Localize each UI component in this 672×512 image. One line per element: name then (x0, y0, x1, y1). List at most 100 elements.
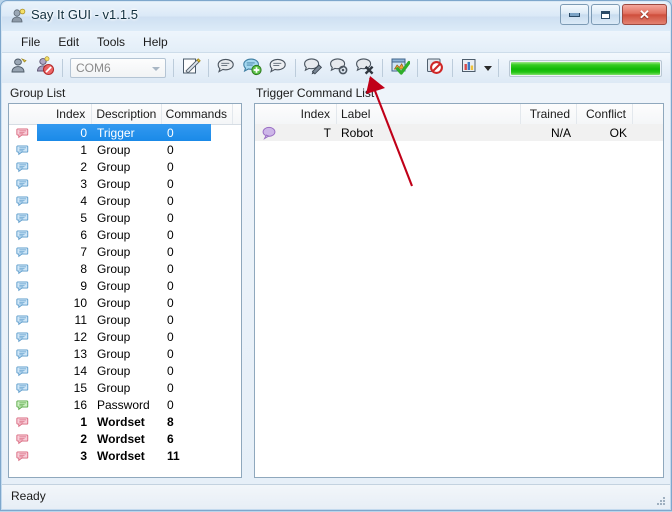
cell-commands: 0 (167, 210, 174, 225)
speech-bubble-icon (9, 296, 37, 310)
group-list-title: Group List (10, 86, 66, 100)
add-command-button[interactable] (240, 56, 264, 80)
table-row[interactable]: 12 Group 0 (9, 328, 241, 345)
group-header-filler (233, 104, 241, 124)
cell-description: Group (97, 295, 131, 310)
table-row[interactable]: 10 Group 0 (9, 294, 241, 311)
table-row[interactable]: 8 Group 0 (9, 260, 241, 277)
cell-index: 2 (80, 431, 87, 446)
trigger-header-trained[interactable]: Trained (521, 104, 577, 124)
menu-item-file[interactable]: File (12, 33, 49, 51)
chevron-down-icon (152, 67, 160, 71)
speech-bubble-icon (9, 330, 37, 344)
trigger-list-title: Trigger Command List (256, 86, 375, 100)
speech-bubble-icon (9, 415, 37, 429)
cell-description: Group (97, 261, 131, 276)
speech-bubble-icon (9, 262, 37, 276)
cell-description: Group (97, 142, 131, 157)
edit-note-button[interactable] (179, 56, 203, 80)
group-header-description[interactable]: Description (92, 104, 162, 124)
trigger-header-label[interactable]: Label (337, 104, 521, 124)
cell-description: Group (97, 210, 131, 225)
menu-item-edit[interactable]: Edit (49, 33, 88, 51)
table-row[interactable]: 3 Group 0 (9, 175, 241, 192)
table-row[interactable]: 1 Group 0 (9, 141, 241, 158)
command-button[interactable] (214, 56, 238, 80)
cell-description: Group (97, 380, 131, 395)
train-command-button[interactable] (301, 56, 325, 80)
speech-bubble-icon (9, 347, 37, 361)
cell-index: 14 (73, 363, 87, 378)
app-icon (10, 8, 26, 24)
command-properties-button[interactable] (266, 56, 290, 80)
table-row[interactable]: 7 Group 0 (9, 243, 241, 260)
table-row[interactable]: 2 Group 0 (9, 158, 241, 175)
disconnect-button[interactable] (33, 55, 57, 80)
table-row[interactable]: 1 Wordset 8 (9, 413, 241, 430)
table-row[interactable]: T Robot N/A OK (255, 124, 663, 141)
cell-index: 10 (73, 295, 87, 310)
stop-button[interactable] (423, 56, 447, 80)
resize-grip[interactable] (654, 494, 667, 507)
cell-commands: 6 (167, 431, 174, 446)
chart-icon (460, 56, 480, 81)
table-row[interactable]: 3 Wordset 11 (9, 447, 241, 464)
speech-bubble-icon (9, 449, 37, 463)
trigger-list-box[interactable]: Index Label Trained Conflict T Robot N/A OK (254, 103, 664, 478)
table-row[interactable]: 6 Group 0 (9, 226, 241, 243)
close-button[interactable]: ✕ (622, 4, 667, 25)
cell-commands: 0 (167, 193, 174, 208)
group-header-index[interactable]: Index (37, 104, 93, 124)
speech-bubble-delete-icon (355, 56, 375, 81)
group-header-commands[interactable]: Commands (162, 104, 233, 124)
cell-index: 3 (80, 448, 87, 463)
status-bar: Ready (2, 484, 670, 509)
group-list-panel: Group List Index Description Commands 0T… (2, 83, 248, 484)
speech-bubble-icon (9, 432, 37, 446)
menu-item-tools[interactable]: Tools (88, 33, 134, 51)
trigger-header-conflict[interactable]: Conflict (577, 104, 633, 124)
table-row[interactable]: 9 Group 0 (9, 277, 241, 294)
chevron-down-icon[interactable] (484, 65, 492, 71)
cell-description: Group (97, 346, 131, 361)
cell-commands: 0 (167, 380, 174, 395)
table-row[interactable]: 0 Trigger 0 (9, 124, 241, 141)
trigger-header-index[interactable]: Index (283, 104, 337, 124)
toolbar-separator (173, 59, 174, 77)
cell-index: 12 (73, 329, 87, 344)
delete-command-button[interactable] (353, 56, 377, 80)
command-settings-button[interactable] (327, 56, 351, 80)
table-row[interactable]: 4 Group 0 (9, 192, 241, 209)
speech-bubble-train-icon (303, 56, 323, 81)
cell-description: Group (97, 193, 131, 208)
edit-note-icon (181, 56, 201, 81)
block-icon (425, 56, 445, 81)
table-row[interactable]: 2 Wordset 6 (9, 430, 241, 447)
minimize-icon (569, 12, 580, 17)
cell-index: 6 (80, 227, 87, 242)
table-row[interactable]: 16 Password 0 (9, 396, 241, 413)
minimize-button[interactable] (560, 4, 589, 25)
group-list-box[interactable]: Index Description Commands 0 Trigger 0 1 Gro… (8, 103, 242, 478)
cell-description: Wordset (97, 414, 145, 429)
status-text: Ready (11, 489, 46, 503)
com-port-combo[interactable]: COM6 (70, 58, 166, 78)
table-row[interactable]: 15 Group 0 (9, 379, 241, 396)
table-row[interactable]: 14 Group 0 (9, 362, 241, 379)
cell-description: Wordset (97, 431, 145, 446)
apply-button[interactable] (388, 56, 412, 80)
table-row[interactable]: 5 Group 0 (9, 209, 241, 226)
progress-bar-fill (511, 61, 660, 75)
table-row[interactable]: 13 Group 0 (9, 345, 241, 362)
cell-description: Group (97, 363, 131, 378)
view-chart-button[interactable] (458, 56, 482, 80)
progress-bar (509, 59, 662, 77)
menu-item-help[interactable]: Help (134, 33, 177, 51)
table-row[interactable]: 11 Group 0 (9, 311, 241, 328)
maximize-button[interactable] (591, 4, 620, 25)
speech-bubble-icon (9, 279, 37, 293)
connect-button[interactable] (7, 56, 31, 80)
cell-description: Group (97, 159, 131, 174)
cell-description: Group (97, 278, 131, 293)
speech-bubble-icon (9, 228, 37, 242)
